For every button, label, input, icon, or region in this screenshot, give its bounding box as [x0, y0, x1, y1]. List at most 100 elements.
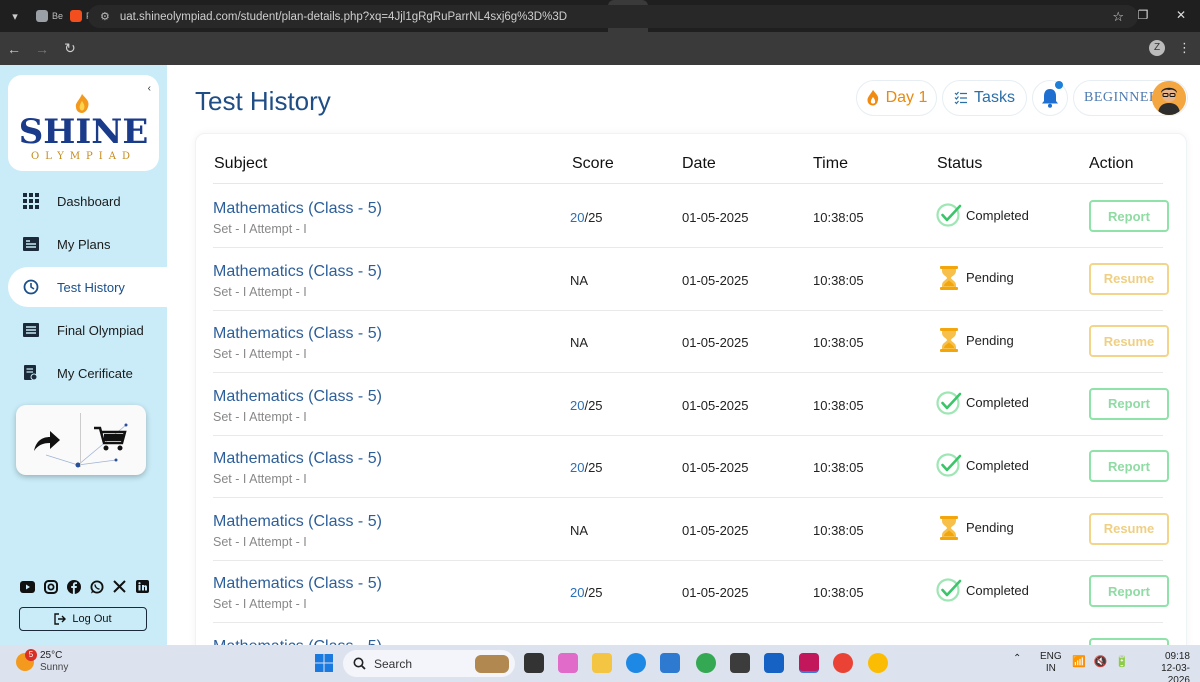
subject-link[interactable]: Mathematics (Class - 5) — [213, 200, 382, 218]
attempt-label: Set - I Attempt - I — [213, 409, 307, 424]
browser-profile-avatar[interactable]: Z — [1149, 40, 1165, 56]
tab-search-icon[interactable]: ▾ — [0, 0, 30, 32]
subject-link[interactable]: Mathematics (Class - 5) — [213, 263, 382, 281]
date-cell: 01-05-2025 — [682, 210, 749, 225]
facebook-icon[interactable] — [66, 579, 81, 594]
weather-temp: 25°C — [40, 650, 63, 661]
score-total: NA — [570, 335, 589, 350]
chrome-icon[interactable] — [696, 653, 716, 673]
store-icon[interactable] — [660, 653, 680, 673]
subject-link[interactable]: Mathematics (Class - 5) — [213, 513, 382, 531]
wifi-icon[interactable]: 📶 — [1072, 655, 1086, 668]
search-highlight-image — [475, 654, 509, 673]
sidebar-item-dashboard[interactable]: Dashboard — [8, 181, 167, 221]
checklist-icon — [954, 91, 968, 105]
weather-widget[interactable]: 5 25°C Sunny — [16, 648, 68, 673]
score-cell: NA — [570, 335, 588, 350]
streak-day-chip[interactable]: Day 1 — [856, 80, 937, 116]
date-cell: 01-05-2025 — [682, 460, 749, 475]
column-header-score: Score — [572, 155, 614, 172]
sidebar-item-test-history[interactable]: Test History — [8, 267, 167, 307]
level-label: BEGINNER — [1084, 90, 1159, 105]
sidebar-item-final-olympiad[interactable]: Final Olympiad — [8, 310, 167, 350]
user-avatar[interactable] — [1152, 81, 1186, 115]
url-field[interactable]: ⚙ uat.shineolympiad.com/student/plan-det… — [88, 5, 1138, 28]
resume-button[interactable]: Resume — [1089, 325, 1169, 357]
report-button[interactable]: Report — [1089, 575, 1169, 607]
system-clock[interactable]: 09:18 12-03-2026 — [1150, 651, 1190, 682]
forward-icon[interactable]: → — [28, 41, 56, 57]
language-indicator[interactable]: ENG IN — [1040, 651, 1062, 675]
back-icon[interactable]: ← — [0, 41, 28, 57]
logo-card: ‹ SHINE OLYMPIAD — [8, 75, 159, 171]
column-header-subject: Subject — [214, 155, 268, 172]
table-row: Mathematics (Class - 5) Set - I Attempt -… — [213, 374, 1169, 436]
flame-icon — [867, 90, 878, 106]
report-button[interactable]: Report — [1089, 200, 1169, 232]
x-icon[interactable] — [112, 579, 127, 594]
status-cell: Pending — [935, 325, 1014, 355]
taskbar-search[interactable]: Search — [343, 650, 515, 677]
check-circle-icon — [935, 390, 962, 416]
sidebar-item-my-plans[interactable]: My Plans — [8, 224, 167, 264]
file-explorer-icon[interactable] — [592, 653, 612, 673]
tray-chevron-icon[interactable]: ⌃ — [1013, 653, 1021, 664]
header-divider — [213, 183, 1163, 184]
tasks-chip[interactable]: Tasks — [942, 80, 1027, 116]
score-obtained: 20 — [570, 585, 585, 600]
subject-link[interactable]: Mathematics (Class - 5) — [213, 450, 382, 468]
app-cube-icon[interactable] — [730, 653, 750, 673]
cart-icon[interactable] — [93, 425, 127, 453]
start-windows-icon[interactable] — [314, 653, 334, 673]
chrome-profile-icon[interactable] — [833, 653, 853, 673]
score-total: NA — [570, 522, 589, 538]
subject-link[interactable]: Mathematics (Class - 5) — [213, 388, 382, 406]
logo-subtext: OLYMPIAD — [31, 151, 136, 162]
date-cell: 01-05-2025 — [682, 335, 749, 350]
youtube-icon[interactable] — [20, 579, 35, 594]
site-info-icon[interactable]: ⚙ — [100, 10, 110, 23]
report-button[interactable]: Report — [1089, 450, 1169, 482]
resume-button[interactable]: Resume — [1089, 512, 1169, 545]
search-placeholder: Search — [374, 656, 413, 671]
linkedin-icon[interactable] — [135, 579, 150, 594]
volume-icon[interactable]: 🔇 — [1094, 655, 1108, 668]
status-label: Pending — [966, 332, 1014, 348]
collapse-sidebar-icon[interactable]: ‹ — [148, 83, 151, 94]
status-cell: Completed — [935, 575, 1029, 605]
sidebar-item-my-cerificate[interactable]: My Cerificate — [8, 353, 167, 393]
hourglass-icon — [935, 265, 962, 291]
reload-icon[interactable]: ↻ — [56, 40, 84, 57]
time-cell: 10:38:05 — [813, 397, 864, 413]
subject-link[interactable]: Mathematics (Class - 5) — [213, 575, 382, 593]
score-cell: 20/25 — [570, 585, 603, 600]
browser-tab[interactable]: Be — [30, 0, 64, 32]
app-active-icon[interactable] — [799, 653, 819, 673]
report-button[interactable]: Report — [1089, 387, 1169, 420]
date-cell: 01-05-2025 — [682, 397, 749, 413]
attempt-label: Set - I Attempt - I — [213, 597, 307, 611]
bookmark-star-icon[interactable]: ☆ — [1112, 9, 1124, 25]
whatsapp-icon[interactable] — [89, 579, 104, 594]
share-arrow-icon[interactable] — [32, 429, 62, 453]
system-tray: ⌃ — [1013, 653, 1021, 664]
subject-link[interactable]: Mathematics (Class - 5) — [213, 325, 382, 343]
app-pen-icon[interactable] — [764, 653, 784, 673]
resume-button[interactable]: Resume — [1089, 262, 1169, 295]
chrome-profile-2-icon[interactable] — [868, 653, 888, 673]
column-header-date: Date — [682, 155, 716, 172]
column-header-action: Action — [1089, 155, 1134, 172]
browser-menu-icon[interactable]: ⋮ — [1178, 40, 1191, 56]
logout-button[interactable]: Log Out — [19, 607, 147, 631]
promo-card[interactable] — [16, 405, 146, 475]
instagram-icon[interactable] — [43, 579, 58, 594]
close-window-icon[interactable]: ✕ — [1162, 0, 1200, 32]
check-circle-icon — [935, 202, 962, 228]
battery-icon[interactable]: 🔋 — [1115, 655, 1129, 668]
status-cell: Completed — [935, 388, 1029, 418]
table-row: Mathematics (Class - 5) Set - I Attempt -… — [213, 311, 1169, 373]
score-cell: 20/25 — [570, 210, 603, 225]
task-view-icon[interactable] — [524, 653, 544, 673]
edge-icon[interactable] — [626, 653, 646, 673]
copilot-icon[interactable] — [558, 653, 578, 673]
